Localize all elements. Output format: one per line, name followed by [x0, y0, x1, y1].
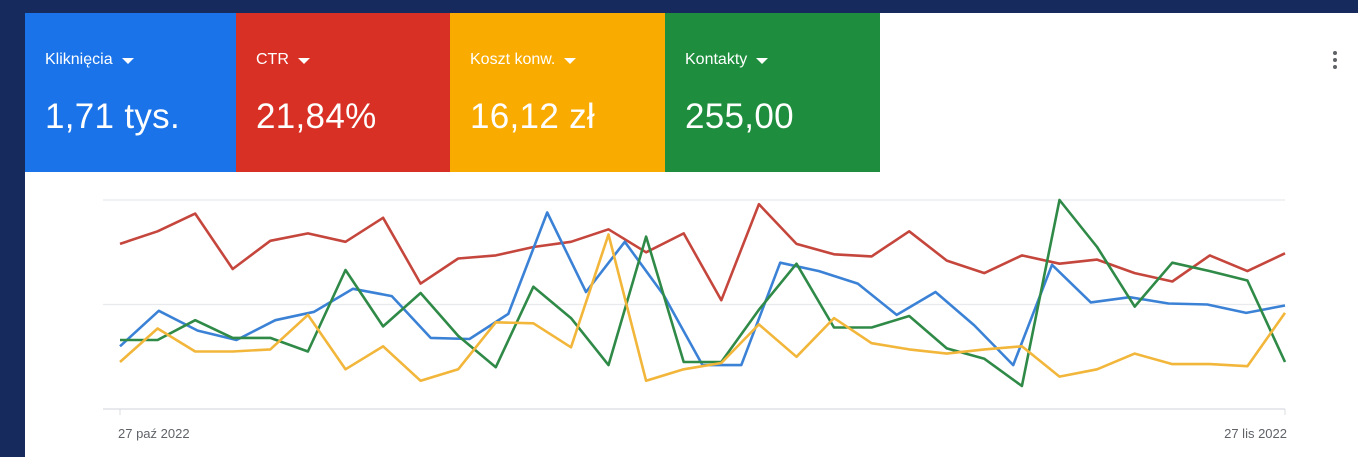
series-line-kontakty [120, 198, 1287, 388]
line-chart: 27 paź 2022 27 lis 2022 [103, 198, 1287, 441]
x-tick-label-end: 27 lis 2022 [1224, 426, 1287, 441]
series-line-ctr [119, 202, 1286, 302]
x-tick-label-start: 27 paź 2022 [118, 426, 190, 441]
metrics-card: Kliknięcia 1,71 tys. CTR 21,84% Koszt ko… [25, 13, 1358, 457]
series-line-koszt-konw- [119, 233, 1287, 383]
